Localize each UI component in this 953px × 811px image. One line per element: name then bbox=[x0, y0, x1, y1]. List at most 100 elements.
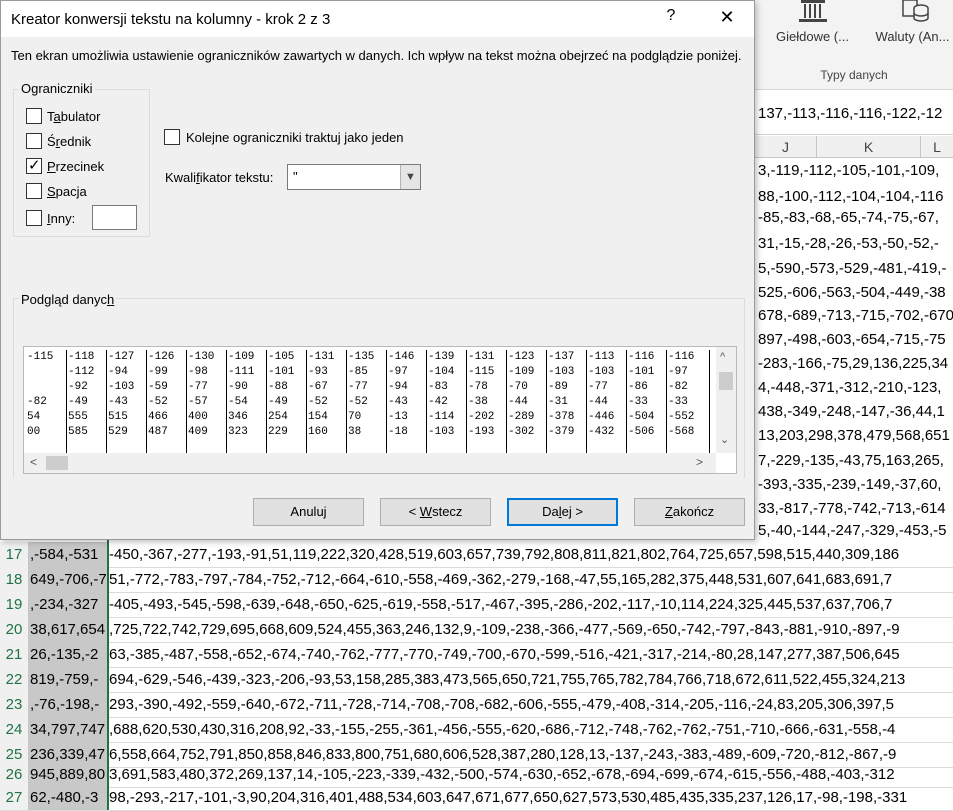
chevron-right-icon[interactable]: > bbox=[696, 455, 703, 469]
cell-text[interactable]: 5,-590,-573,-529,-481,-419,- bbox=[755, 256, 953, 282]
cell-text[interactable]: 7,-229,-135,-43,75,163,265, bbox=[755, 448, 953, 474]
cell-a[interactable]: 819,-759,- bbox=[29, 667, 108, 692]
cell-text[interactable]: 293,-390,-492,-559,-640,-672,-711,-728,-… bbox=[108, 692, 894, 717]
preview-column[interactable]: -135 -85 -77 -52 70 38 bbox=[346, 350, 374, 455]
horizontal-scrollbar[interactable]: < > bbox=[24, 453, 716, 473]
cell-a[interactable]: 38,617,654 bbox=[29, 617, 108, 642]
currencies-label: Waluty (An... bbox=[875, 29, 950, 44]
row-header[interactable]: 22 bbox=[0, 667, 29, 692]
dialog-description: Ten ekran umożliwia ustawienie ograniczn… bbox=[11, 48, 742, 63]
row-header[interactable]: 18 bbox=[0, 567, 29, 592]
checkbox-box[interactable] bbox=[164, 129, 180, 145]
text-qualifier-label: Kwalifikator tekstu: bbox=[165, 170, 274, 185]
cell-a[interactable]: 649,-706,-7 bbox=[29, 567, 108, 592]
row-header[interactable]: 20 bbox=[0, 617, 29, 642]
text-qualifier-select[interactable]: " ▼ bbox=[287, 164, 421, 190]
row-header[interactable]: 19 bbox=[0, 592, 29, 617]
scrollbar-thumb[interactable] bbox=[719, 372, 733, 390]
cell-text[interactable]: 31,-15,-28,-26,-53,-50,-52,- bbox=[755, 231, 953, 257]
preview-column[interactable]: -105 -101 -88 -49 254 229 bbox=[266, 350, 294, 455]
cell-text[interactable]: 98,-293,-217,-101,-3,90,204,316,401,488,… bbox=[108, 785, 907, 810]
row-header[interactable]: 17 bbox=[0, 542, 29, 567]
cell-text[interactable]: 3,-119,-112,-105,-101,-109, bbox=[755, 158, 953, 184]
column-header-k[interactable]: K bbox=[817, 136, 921, 158]
row-header[interactable]: 21 bbox=[0, 642, 29, 667]
close-button[interactable]: ✕ bbox=[713, 7, 741, 31]
preview-column[interactable]: -118 -112 -92 -49 555 585 bbox=[66, 350, 94, 455]
other-delimiter-input[interactable] bbox=[92, 205, 137, 230]
row-header[interactable]: 27 bbox=[0, 785, 29, 810]
preview-column[interactable]: -115 -82 54 00 bbox=[26, 350, 53, 455]
cell-text[interactable]: 51,-772,-783,-797,-784,-752,-712,-664,-6… bbox=[108, 567, 892, 592]
preview-column[interactable]: -113 -103 -77 -44 -446 -432 bbox=[586, 350, 614, 455]
checkbox-box[interactable] bbox=[26, 183, 42, 199]
currencies-button[interactable]: Waluty (An... bbox=[865, 0, 953, 55]
help-button[interactable]: ? bbox=[661, 7, 681, 31]
text-qualifier-value: " bbox=[293, 169, 298, 184]
checkbox-box[interactable]: ✓ bbox=[26, 157, 42, 174]
next-button[interactable]: Dalej > bbox=[507, 498, 618, 526]
title-bar[interactable]: Kreator konwersji tekstu na kolumny - kr… bbox=[1, 1, 754, 37]
stocks-button[interactable]: Giełdowe (... bbox=[765, 0, 860, 55]
preview-column[interactable]: -127 -94 -103 -43 515 529 bbox=[106, 350, 134, 455]
cell-text[interactable]: 678,-689,-713,-715,-702,-670 bbox=[755, 303, 953, 329]
cell-text[interactable]: 897,-498,-603,-654,-715,-75 bbox=[755, 327, 953, 353]
semicolon-label: Średnik bbox=[47, 134, 92, 149]
preview-column[interactable]: -131 -115 -78 -38 -202 -193 bbox=[466, 350, 494, 455]
back-button[interactable]: < Wstecz bbox=[380, 498, 491, 526]
cell-a[interactable]: 26,-135,-2 bbox=[29, 642, 108, 667]
preview-column[interactable]: -131 -93 -67 -52 154 160 bbox=[306, 350, 334, 455]
row-header[interactable]: 24 bbox=[0, 717, 29, 742]
preview-column[interactable]: -126 -99 -59 -52 466 487 bbox=[146, 350, 174, 455]
cell-a[interactable]: ,-76,-198,- bbox=[29, 692, 108, 717]
cell-text[interactable]: 63,-385,-487,-558,-652,-674,-740,-762,-7… bbox=[108, 642, 900, 667]
checkbox-box[interactable] bbox=[26, 108, 42, 124]
table-row: 20 38,617,654 ,725,722,742,729,695,668,6… bbox=[0, 617, 953, 643]
currency-icon bbox=[901, 0, 929, 22]
row-header[interactable]: 23 bbox=[0, 692, 29, 717]
preview-column[interactable]: -109 -111 -90 -54 346 323 bbox=[226, 350, 254, 455]
cell-a[interactable]: 62,-480,-3 bbox=[29, 785, 108, 810]
chevron-left-icon[interactable]: < bbox=[30, 455, 37, 469]
vertical-scrollbar[interactable]: ^ ⌄ bbox=[716, 347, 736, 453]
chevron-down-icon[interactable]: ▼ bbox=[400, 165, 420, 189]
cell-text[interactable]: 694,-629,-546,-439,-323,-206,-93,53,158,… bbox=[108, 667, 905, 692]
chevron-up-icon[interactable]: ^ bbox=[720, 351, 725, 363]
cell-a[interactable]: 34,797,747 bbox=[29, 717, 108, 742]
comma-label: Przecinek bbox=[47, 159, 105, 174]
table-row: 21 26,-135,-2 63,-385,-487,-558,-652,-67… bbox=[0, 642, 953, 668]
table-row: 19 ,-234,-327 -405,-493,-545,-598,-639,-… bbox=[0, 592, 953, 618]
cell-text[interactable]: -393,-335,-239,-149,-37,60, bbox=[755, 472, 953, 498]
checkbox-box[interactable] bbox=[26, 210, 42, 226]
preview-column[interactable]: -116 -97 -82 -33 -552 -568 bbox=[666, 350, 694, 455]
column-header-j[interactable]: J bbox=[755, 136, 817, 158]
column-header-l[interactable]: L bbox=[921, 136, 953, 158]
cell-text[interactable]: ,688,620,530,430,316,208,92,-33,-155,-25… bbox=[108, 717, 895, 742]
cell-text[interactable]: -283,-166,-75,29,136,225,34 bbox=[755, 351, 953, 377]
formula-bar[interactable]: 137,-113,-116,-116,-122,-12 bbox=[755, 91, 953, 135]
data-types-group-label: Typy danych bbox=[820, 68, 888, 82]
cell-text[interactable]: 5,-40,-144,-247,-329,-453,-5 bbox=[755, 518, 953, 544]
preview-column[interactable]: -130 -98 -77 -57 400 409 bbox=[186, 350, 214, 455]
cell-text[interactable]: 4,-448,-371,-312,-210,-123, bbox=[755, 375, 953, 401]
cell-a[interactable]: ,-234,-327 bbox=[29, 592, 108, 617]
cell-text[interactable]: 438,-349,-248,-147,-36,44,1 bbox=[755, 399, 953, 425]
chevron-down-icon[interactable]: ⌄ bbox=[720, 433, 729, 446]
cell-text[interactable]: ,725,722,742,729,695,668,609,524,455,363… bbox=[108, 617, 900, 642]
checkbox-box[interactable] bbox=[26, 133, 42, 149]
preview-column[interactable]: -139 -104 -83 -42 -114 -103 bbox=[426, 350, 454, 455]
scrollbar-thumb[interactable] bbox=[46, 456, 68, 470]
cell-text[interactable]: -405,-493,-545,-598,-639,-648,-650,-625,… bbox=[108, 592, 892, 617]
text-to-columns-dialog: Kreator konwersji tekstu na kolumny - kr… bbox=[0, 0, 755, 540]
cell-text[interactable]: -450,-367,-277,-193,-91,51,119,222,320,4… bbox=[108, 542, 899, 567]
data-preview[interactable]: -115 -82 54 00 -118 -112 -92 -49 555 585… bbox=[23, 346, 737, 474]
preview-column[interactable]: -123 -109 -70 -44 -289 -302 bbox=[506, 350, 534, 455]
preview-column[interactable]: -146 -97 -94 -43 -13 -18 bbox=[386, 350, 414, 455]
cancel-button[interactable]: Anuluj bbox=[253, 498, 364, 526]
cell-text[interactable]: 13,203,298,378,479,568,651 bbox=[755, 423, 953, 449]
preview-column[interactable]: -116 -101 -86 -33 -504 -506 bbox=[626, 350, 654, 455]
cell-text[interactable]: -85,-83,-68,-65,-74,-75,-67, bbox=[755, 205, 953, 231]
preview-column[interactable]: -137 -103 -89 -31 -378 -379 bbox=[546, 350, 574, 455]
finish-button[interactable]: Zakończ bbox=[634, 498, 745, 526]
cell-a[interactable]: ,-584,-531 bbox=[29, 542, 108, 567]
